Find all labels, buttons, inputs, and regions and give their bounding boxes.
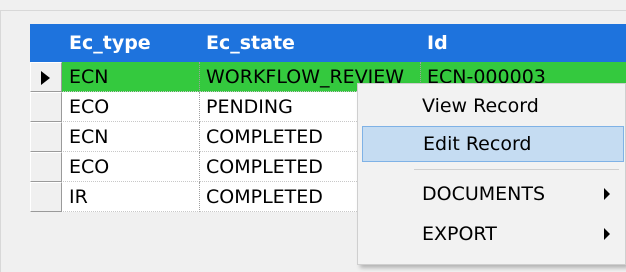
menu-item-label: DOCUMENTS bbox=[422, 183, 546, 205]
current-row-arrow-icon bbox=[41, 71, 50, 85]
menu-item-label: View Record bbox=[422, 95, 539, 117]
menu-separator bbox=[414, 169, 619, 170]
column-header-id[interactable]: Id bbox=[421, 24, 626, 62]
context-menu: View Record Edit Record DOCUMENTS EXPORT bbox=[357, 83, 626, 265]
row-header[interactable] bbox=[30, 62, 62, 92]
cell-ec-type[interactable]: ECO bbox=[63, 92, 200, 122]
submenu-arrow-icon bbox=[604, 228, 610, 240]
cell-ec-type[interactable]: IR bbox=[63, 182, 200, 212]
row-header[interactable] bbox=[30, 182, 62, 212]
submenu-arrow-icon bbox=[604, 188, 610, 200]
menu-item-edit-record[interactable]: Edit Record bbox=[362, 126, 624, 162]
row-header[interactable] bbox=[30, 92, 62, 122]
cell-ec-type[interactable]: ECN bbox=[63, 122, 200, 152]
cell-ec-type[interactable]: ECN bbox=[63, 62, 200, 92]
row-header-corner[interactable] bbox=[30, 24, 63, 62]
menu-item-documents[interactable]: DOCUMENTS bbox=[362, 176, 624, 212]
column-header-ec-type[interactable]: Ec_type bbox=[63, 24, 200, 62]
cell-ec-type[interactable]: ECO bbox=[63, 152, 200, 182]
row-header[interactable] bbox=[30, 152, 62, 182]
row-header[interactable] bbox=[30, 122, 62, 152]
menu-item-view-record[interactable]: View Record bbox=[362, 88, 624, 124]
menu-item-label: EXPORT bbox=[422, 223, 497, 245]
column-header-row: Ec_type Ec_state Id bbox=[30, 24, 626, 62]
column-header-ec-state[interactable]: Ec_state bbox=[200, 24, 421, 62]
menu-item-label: Edit Record bbox=[423, 133, 532, 155]
menu-item-export[interactable]: EXPORT bbox=[362, 216, 624, 252]
